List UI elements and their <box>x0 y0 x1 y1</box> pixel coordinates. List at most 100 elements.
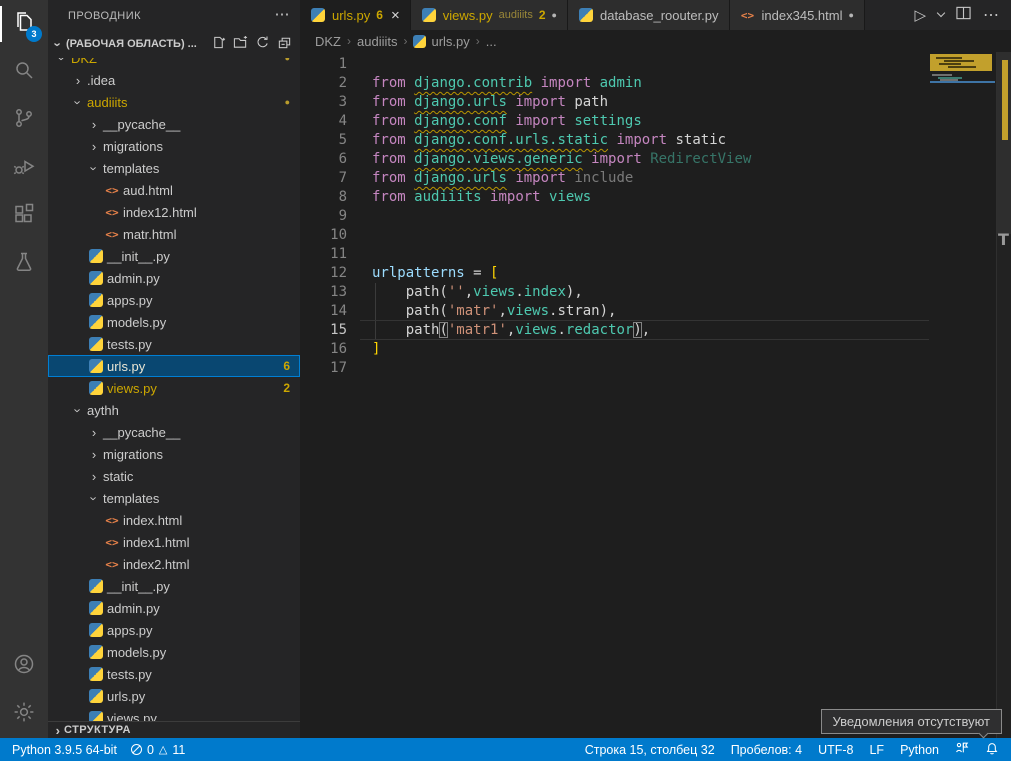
code-line-2[interactable]: 2from django.contrib import admin <box>300 74 1011 93</box>
code-line-4[interactable]: 4from django.conf import settings <box>300 112 1011 131</box>
outline-section-header[interactable]: › СТРУКТУРА <box>48 721 300 738</box>
tree-item-views.py[interactable]: views.py2 <box>48 377 300 399</box>
language-mode-status[interactable]: Python <box>900 743 939 757</box>
tree-item-static[interactable]: ›static <box>48 465 300 487</box>
refresh-icon[interactable] <box>255 35 270 53</box>
code-line-14[interactable]: 14 path('matr',views.stran), <box>300 302 1011 321</box>
code-editor[interactable]: 12from django.contrib import admin3from … <box>300 52 1011 738</box>
tree-item-apps.py[interactable]: apps.py <box>48 619 300 641</box>
code-line-6[interactable]: 6from django.views.generic import Redire… <box>300 150 1011 169</box>
tree-item-templates[interactable]: ›templates <box>48 157 300 179</box>
tree-item-__pycache__[interactable]: ›__pycache__ <box>48 421 300 443</box>
breadcrumb-DKZ[interactable]: DKZ <box>315 34 341 49</box>
tree-item-aud.html[interactable]: <>aud.html <box>48 179 300 201</box>
tree-item-index12.html[interactable]: <>index12.html <box>48 201 300 223</box>
activity-explorer[interactable]: 3 <box>0 0 48 48</box>
code-line-16[interactable]: 16] <box>300 340 1011 359</box>
feedback-icon[interactable] <box>955 741 969 758</box>
run-python-file-button[interactable]: ▷ <box>914 6 926 24</box>
tree-item-tests.py[interactable]: tests.py <box>48 333 300 355</box>
tree-item-urls.py[interactable]: urls.py6 <box>48 355 300 377</box>
tree-item-DKZ[interactable]: ›DKZ● <box>48 58 300 69</box>
activity-source-control[interactable] <box>0 96 48 144</box>
code-line-11[interactable]: 11 <box>300 245 1011 264</box>
activity-search[interactable] <box>0 48 48 96</box>
tree-item-tests.py[interactable]: tests.py <box>48 663 300 685</box>
tree-item-index1.html[interactable]: <>index1.html <box>48 531 300 553</box>
code-line-5[interactable]: 5from django.conf.urls.static import sta… <box>300 131 1011 150</box>
code-line-1[interactable]: 1 <box>300 55 1011 74</box>
workspace-header[interactable]: › (РАБОЧАЯ ОБЛАСТЬ) ... <box>48 32 300 56</box>
indentation-status[interactable]: Пробелов: 4 <box>731 743 802 757</box>
activity-settings[interactable] <box>0 690 48 738</box>
tab-modified-dot[interactable]: ● <box>848 10 853 20</box>
python-interpreter-status[interactable]: Python 3.9.5 64-bit <box>12 743 117 757</box>
tree-item-admin.py[interactable]: admin.py <box>48 597 300 619</box>
tree-item-__pycache__[interactable]: ›__pycache__ <box>48 113 300 135</box>
cursor-position-status[interactable]: Строка 15, столбец 32 <box>585 743 715 757</box>
tree-item-__init__.py[interactable]: __init__.py <box>48 245 300 267</box>
tree-item-admin.py[interactable]: admin.py <box>48 267 300 289</box>
breadcrumb[interactable]: DKZ›audiiits›urls.py›... <box>300 30 1011 52</box>
new-folder-icon[interactable] <box>233 35 248 53</box>
tab-views.py[interactable]: views.pyaudiiits2● <box>411 0 568 30</box>
tree-item-.idea[interactable]: ›.idea <box>48 69 300 91</box>
tab-urls.py[interactable]: urls.py6× <box>300 0 411 30</box>
code-text: from audiiits import views <box>372 188 591 207</box>
activity-bar: 3 <box>0 0 48 738</box>
warnings-icon: △ <box>159 743 167 756</box>
tree-item-index2.html[interactable]: <>index2.html <box>48 553 300 575</box>
code-line-8[interactable]: 8 from audiiits import views <box>300 188 1011 207</box>
tree-item-migrations[interactable]: ›migrations <box>48 135 300 157</box>
code-line-3[interactable]: 3from django.urls import path <box>300 93 1011 112</box>
tree-item-migrations[interactable]: ›migrations <box>48 443 300 465</box>
notification-toast: Уведомления отсутствуют <box>821 709 1002 734</box>
code-line-10[interactable]: 10 <box>300 226 1011 245</box>
tree-item-index.html[interactable]: <>index.html <box>48 509 300 531</box>
code-line-7[interactable]: 7from django.urls import include <box>300 169 1011 188</box>
split-editor-icon[interactable] <box>956 6 971 25</box>
tab-modified-dot[interactable]: ● <box>552 10 557 20</box>
tree-item-aythh[interactable]: ›aythh <box>48 399 300 421</box>
tree-item-matr.html[interactable]: <>matr.html <box>48 223 300 245</box>
tree-item-audiiits[interactable]: ›audiiits● <box>48 91 300 113</box>
new-file-icon[interactable] <box>211 35 226 53</box>
sidebar-more-icon[interactable]: ⋯ <box>275 10 291 20</box>
tab-close-icon[interactable]: × <box>391 7 400 24</box>
minimap[interactable] <box>930 54 995 284</box>
problems-status[interactable]: 0 △ 11 <box>131 743 185 757</box>
line-number: 8 <box>300 188 347 207</box>
activity-run-debug[interactable] <box>0 144 48 192</box>
line-number: 3 <box>300 93 347 112</box>
breadcrumb-...[interactable]: ... <box>486 34 497 49</box>
tab-index345.html[interactable]: <>index345.html● <box>730 0 865 30</box>
activity-extensions[interactable] <box>0 192 48 240</box>
tree-item-__init__.py[interactable]: __init__.py <box>48 575 300 597</box>
editor-more-actions-icon[interactable]: ⋯ <box>983 5 999 25</box>
code-line-15[interactable]: 15 path('matr1',views.redactor), <box>300 321 1011 340</box>
tree-item-templates[interactable]: ›templates <box>48 487 300 509</box>
toast-message: Уведомления отсутствуют <box>833 714 990 729</box>
activity-testing[interactable] <box>0 240 48 288</box>
notifications-bell-icon[interactable] <box>985 741 999 758</box>
activity-accounts[interactable] <box>0 642 48 690</box>
breadcrumb-urls.py[interactable]: urls.py <box>413 34 469 49</box>
editor-scrollbar[interactable]: T <box>996 52 1011 738</box>
encoding-status[interactable]: UTF-8 <box>818 743 853 757</box>
chevron-down-icon: › <box>87 492 102 504</box>
tree-item-models.py[interactable]: models.py <box>48 641 300 663</box>
run-dropdown-icon[interactable] <box>937 9 945 17</box>
tree-item-models.py[interactable]: models.py <box>48 311 300 333</box>
collapse-all-icon[interactable] <box>277 35 292 53</box>
breadcrumb-audiiits[interactable]: audiiits <box>357 34 397 49</box>
code-line-12[interactable]: 12urlpatterns = [ <box>300 264 1011 283</box>
eol-status[interactable]: LF <box>869 743 884 757</box>
code-line-9[interactable]: 9 <box>300 207 1011 226</box>
tree-item-views.py[interactable]: views.py <box>48 707 300 721</box>
tab-database_roouter.py[interactable]: database_roouter.py <box>568 0 730 30</box>
tree-item-urls.py[interactable]: urls.py <box>48 685 300 707</box>
tree-item-apps.py[interactable]: apps.py <box>48 289 300 311</box>
tab-label: database_roouter.py <box>600 8 719 23</box>
code-line-13[interactable]: 13 path('',views.index), <box>300 283 1011 302</box>
code-line-17[interactable]: 17 <box>300 359 1011 378</box>
